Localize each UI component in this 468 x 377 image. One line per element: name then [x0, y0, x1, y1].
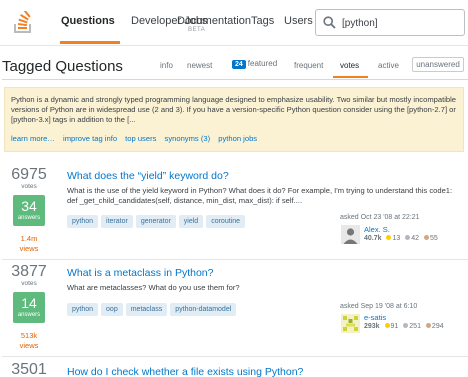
silver-badge-count: 42 [411, 235, 420, 242]
question-divider [2, 356, 468, 357]
vote-label: votes [21, 280, 37, 287]
reputation-score: 40.7k [364, 235, 382, 242]
question-title-link[interactable]: How do I check whether a file exists usi… [67, 366, 303, 377]
reputation-score: 293k [364, 323, 380, 330]
tag-metaclass[interactable]: metaclass [125, 303, 168, 316]
bronze-badge-count: 55 [429, 235, 438, 242]
user-name-link[interactable]: Alex. S. [364, 225, 390, 234]
python-jobs-link[interactable]: python jobs [218, 134, 257, 143]
vote-count: 3501 [11, 361, 47, 377]
tab-votes[interactable]: votes [340, 61, 359, 70]
nav-documentation[interactable]: Documentation [177, 15, 251, 27]
search-input[interactable] [342, 15, 460, 31]
tag-coroutine[interactable]: coroutine [206, 215, 245, 228]
tag-python-datamodel[interactable]: python-datamodel [170, 303, 237, 316]
search-box[interactable] [315, 9, 465, 36]
tag-python[interactable]: python [67, 215, 99, 228]
tab-featured-label: featured [247, 59, 278, 68]
tag-iterator[interactable]: iterator [101, 215, 133, 228]
header-divider [2, 79, 468, 80]
tag-yield[interactable]: yield [178, 215, 204, 228]
view-count: 1.4m [20, 234, 38, 243]
user-name-link[interactable]: e-satis [364, 313, 386, 322]
question-title-link[interactable]: What does the “yield” keyword do? [67, 170, 229, 182]
answer-count: 14 [21, 295, 37, 311]
nav-users[interactable]: Users [284, 15, 313, 27]
tag-wiki-excerpt: Python is a dynamic and strongly typed p… [11, 95, 457, 124]
stack-overflow-logo-icon[interactable] [14, 11, 32, 33]
silver-badge-count: 251 [409, 323, 421, 330]
view-label: views [19, 341, 39, 350]
question-tags: python oop metaclass python-datamodel [67, 298, 239, 316]
nav-tags[interactable]: Tags [251, 15, 274, 27]
improve-tag-info-link[interactable]: improve tag info [63, 134, 117, 143]
tag-python[interactable]: python [67, 303, 99, 316]
question-excerpt: What are metaclasses? What do you use th… [67, 283, 240, 292]
tag-wiki-box: Python is a dynamic and strongly typed p… [4, 87, 464, 152]
top-bar: Questions Developer Jobs Documentation B… [0, 0, 468, 46]
tab-info[interactable]: info [160, 61, 173, 70]
tab-active[interactable]: active [378, 61, 399, 70]
beta-label: BETA [188, 27, 206, 33]
question-title-link[interactable]: What is a metaclass in Python? [67, 267, 213, 279]
tag-oop[interactable]: oop [101, 303, 123, 316]
tag-generator[interactable]: generator [135, 215, 176, 228]
answer-count-box: 34 answers [13, 195, 45, 226]
user-reputation: 40.7k 13 42 55 [364, 235, 438, 242]
user-avatar-icon[interactable] [341, 314, 360, 333]
silver-badge-icon [403, 323, 409, 328]
bronze-badge-icon [423, 235, 429, 240]
nav-active-indicator [60, 41, 120, 44]
bronze-badge-icon [425, 323, 431, 328]
tab-unanswered[interactable]: unanswered [412, 57, 464, 72]
view-count: 513k [20, 331, 38, 340]
featured-count-badge: 24 [232, 60, 246, 69]
page-title: Tagged Questions [2, 58, 123, 75]
user-avatar-icon[interactable] [341, 225, 360, 244]
gold-badge-count: 13 [392, 235, 401, 242]
answer-count-box: 14 answers [13, 292, 45, 323]
tag-wiki-links: learn more… improve tag info top users s… [11, 134, 263, 143]
gold-badge-icon [386, 235, 392, 240]
tab-frequent[interactable]: frequent [294, 61, 323, 70]
asked-timestamp: asked Sep 19 '08 at 6:10 [340, 303, 418, 310]
vote-label: votes [21, 183, 37, 190]
tab-newest[interactable]: newest [187, 61, 212, 70]
view-label: views [19, 244, 39, 253]
question-excerpt: What is the use of the yield keyword in … [67, 186, 453, 205]
silver-badge-icon [405, 235, 411, 240]
question-divider [2, 259, 468, 260]
gold-badge-icon [384, 323, 390, 328]
answer-label: answers [17, 312, 41, 318]
vote-count: 6975 [11, 166, 47, 183]
synonyms-link[interactable]: synonyms (3) [165, 134, 211, 143]
user-reputation: 293k 91 251 294 [364, 323, 444, 330]
answer-count: 34 [21, 198, 37, 214]
vote-count: 3877 [11, 263, 47, 280]
answer-label: answers [17, 215, 41, 221]
question-tags: python iterator generator yield coroutine [67, 210, 248, 228]
asked-timestamp: asked Oct 23 '08 at 22:21 [340, 214, 420, 221]
gold-badge-count: 91 [390, 323, 399, 330]
nav-questions[interactable]: Questions [61, 15, 115, 27]
tab-featured[interactable]: 24 featured [232, 59, 277, 69]
bronze-badge-count: 294 [431, 323, 444, 330]
search-icon [323, 16, 336, 29]
top-users-link[interactable]: top users [125, 134, 156, 143]
tab-active-indicator [333, 76, 368, 78]
learn-more-link[interactable]: learn more… [11, 134, 55, 143]
